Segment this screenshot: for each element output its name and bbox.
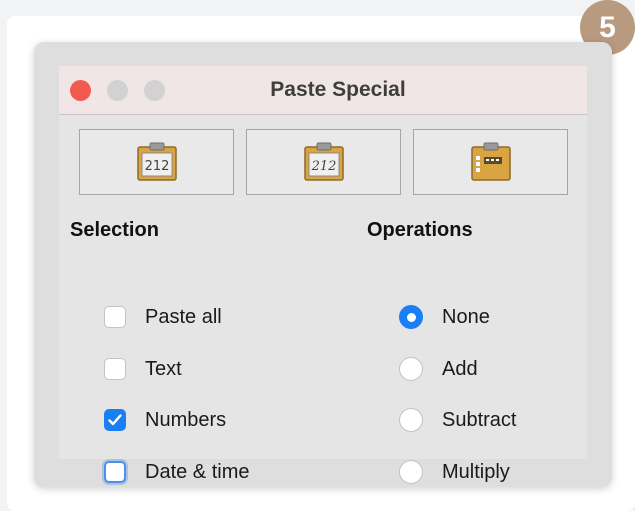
title-bar: Paste Special [59, 66, 587, 115]
operations-heading: Operations [367, 219, 473, 241]
svg-text:212: 212 [310, 159, 336, 174]
checkbox-date-time[interactable]: Date & time [104, 458, 249, 486]
svg-text:212: 212 [144, 159, 169, 174]
radio-label: None [442, 305, 490, 328]
radio-multiply[interactable]: Multiply [399, 458, 510, 486]
paste-special-dialog: Paste Special 212 212 Selection Paste al… [34, 42, 612, 487]
radio-dot [406, 312, 416, 322]
checkbox-label: Paste all [145, 305, 222, 328]
radio-label: Add [442, 357, 478, 380]
checkbox-box[interactable] [104, 461, 126, 483]
checkbox-numbers[interactable]: Numbers [104, 406, 226, 434]
checkbox-box[interactable] [104, 409, 126, 431]
checkbox-text[interactable]: Text [104, 355, 182, 383]
radio-none[interactable]: None [399, 303, 490, 331]
selection-heading: Selection [70, 219, 159, 241]
radio-button[interactable] [399, 305, 423, 329]
clipboard-formats-icon [470, 142, 511, 181]
radio-label: Subtract [442, 408, 517, 431]
radio-button[interactable] [399, 460, 423, 484]
radio-button[interactable] [399, 408, 423, 432]
checkbox-box[interactable] [104, 306, 126, 328]
checkmark-icon [108, 414, 122, 426]
dialog-title: Paste Special [270, 78, 406, 101]
radio-button[interactable] [399, 357, 423, 381]
dialog-content: 212 212 Selection Paste all Text Numbers… [59, 115, 587, 484]
preset-values-formats-button[interactable]: 212 [246, 129, 401, 195]
clipboard-formatted-numbers-icon: 212 [303, 142, 344, 181]
preset-values-only-button[interactable]: 212 [79, 129, 234, 195]
checkbox-box[interactable] [104, 358, 126, 380]
radio-subtract[interactable]: Subtract [399, 406, 516, 434]
checkbox-label: Text [145, 357, 182, 380]
radio-label: Multiply [442, 460, 510, 483]
radio-add[interactable]: Add [399, 355, 478, 383]
preset-formats-only-button[interactable] [413, 129, 568, 195]
checkbox-paste-all[interactable]: Paste all [104, 303, 222, 331]
checkbox-label: Numbers [145, 408, 227, 431]
checkbox-label: Date & time [145, 460, 250, 483]
clipboard-numbers-icon: 212 [136, 142, 177, 181]
